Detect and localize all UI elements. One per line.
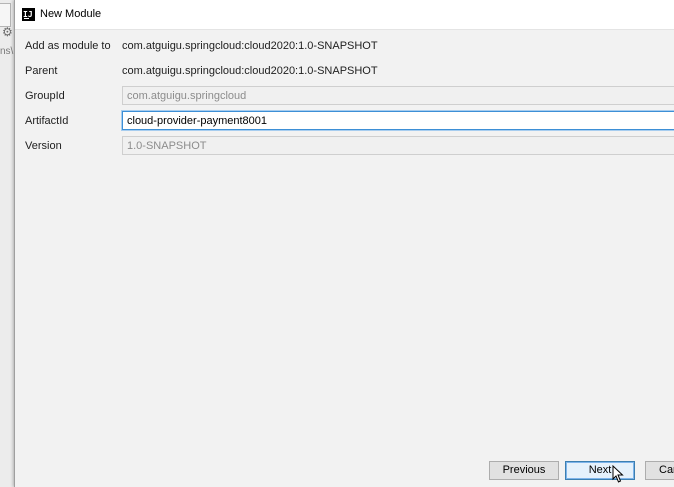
app-icon-text: IJ: [23, 10, 33, 19]
parent-value: com.atguigu.springcloud:cloud2020:1.0-SN…: [122, 65, 378, 77]
add-as-module-to-value: com.atguigu.springcloud:cloud2020:1.0-SN…: [122, 40, 378, 52]
desktop: ⚙ ns\ IJ New Module Add as module to com…: [0, 0, 674, 487]
next-button[interactable]: Next: [565, 461, 635, 480]
version-label: Version: [25, 140, 62, 152]
group-id-field: [122, 86, 674, 105]
artifact-id-label: ArtifactId: [25, 115, 69, 127]
dialog-title: New Module: [40, 8, 102, 20]
add-as-module-to-label: Add as module to: [25, 40, 111, 52]
dialog-titlebar[interactable]: IJ New Module: [15, 0, 674, 30]
background-ide-window: ⚙ ns\: [0, 0, 15, 487]
group-id-label: GroupId: [25, 90, 65, 102]
parent-label: Parent: [25, 65, 58, 77]
version-field: [122, 136, 674, 155]
background-toolbar-box[interactable]: [0, 3, 11, 27]
artifact-id-field[interactable]: [122, 111, 674, 130]
background-path-text: ns\: [0, 46, 14, 57]
new-module-dialog: IJ New Module Add as module to com.atgui…: [14, 0, 674, 487]
cancel-button[interactable]: Cancel: [645, 461, 674, 480]
previous-button[interactable]: Previous: [489, 461, 559, 480]
gear-icon[interactable]: ⚙: [2, 25, 14, 39]
intellij-app-icon: IJ: [22, 8, 35, 21]
